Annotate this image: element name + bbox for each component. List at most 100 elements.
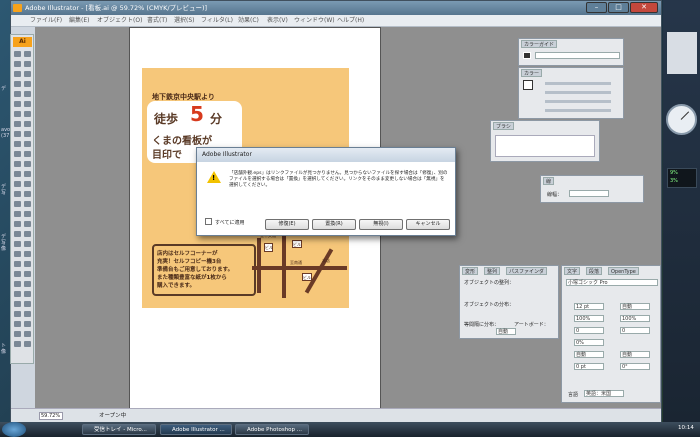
kerning-field[interactable]: 0: [574, 327, 604, 334]
tool-button[interactable]: [14, 131, 21, 137]
tool-button[interactable]: [14, 181, 21, 187]
vertical-scale-field[interactable]: 100%: [574, 315, 604, 322]
taskbar-illustrator[interactable]: Adobe Illustrator ...: [160, 424, 232, 435]
aki-left-field[interactable]: 自動: [574, 351, 604, 358]
tool-button[interactable]: [14, 91, 21, 97]
tool-button[interactable]: [14, 341, 21, 347]
tool-button[interactable]: [24, 321, 31, 327]
tool-button[interactable]: [14, 251, 21, 257]
harmony-rules-field[interactable]: [535, 52, 620, 59]
tool-button[interactable]: [24, 251, 31, 257]
tab-opentype[interactable]: OpenType: [608, 267, 639, 275]
ignore-button[interactable]: 無視(I): [359, 219, 403, 230]
tool-button[interactable]: [14, 261, 21, 267]
font-size-field[interactable]: 12 pt: [574, 303, 604, 310]
font-family-field[interactable]: 小塚ゴシック Pro: [566, 279, 658, 286]
replace-button[interactable]: 置換(R): [312, 219, 356, 230]
menu-object[interactable]: オブジェクト(O): [97, 16, 142, 26]
tool-button[interactable]: [24, 121, 31, 127]
tool-button[interactable]: [24, 141, 31, 147]
tool-button[interactable]: [14, 61, 21, 67]
tool-button[interactable]: [24, 291, 31, 297]
menu-type[interactable]: 書式(T): [147, 16, 167, 26]
tab-brush[interactable]: ブラシ: [493, 122, 514, 130]
start-button[interactable]: [2, 422, 26, 437]
tool-button[interactable]: [24, 181, 31, 187]
tracking-field[interactable]: 0: [620, 327, 650, 334]
tool-button[interactable]: [24, 191, 31, 197]
tool-button[interactable]: [14, 101, 21, 107]
tool-button[interactable]: [24, 231, 31, 237]
tool-button[interactable]: [24, 301, 31, 307]
tool-button[interactable]: [24, 131, 31, 137]
taskbar-outlook[interactable]: 受信トレイ - Micro...: [82, 424, 156, 435]
tool-button[interactable]: [24, 341, 31, 347]
tool-button[interactable]: [24, 311, 31, 317]
tool-button[interactable]: [24, 201, 31, 207]
slider-m[interactable]: [545, 91, 611, 94]
tool-button[interactable]: [14, 121, 21, 127]
tool-button[interactable]: [14, 71, 21, 77]
stroke-weight-field[interactable]: [569, 190, 609, 197]
tool-button[interactable]: [24, 221, 31, 227]
tab-color-guide[interactable]: カラーガイド: [521, 40, 558, 48]
tool-button[interactable]: [24, 211, 31, 217]
tool-button[interactable]: [24, 71, 31, 77]
spacing-field[interactable]: 自動: [496, 328, 516, 335]
menu-filter[interactable]: フィルタ(L): [201, 16, 233, 26]
tab-stroke[interactable]: 線: [543, 177, 555, 185]
tool-button[interactable]: [24, 91, 31, 97]
tool-button[interactable]: [24, 61, 31, 67]
tool-button[interactable]: [24, 281, 31, 287]
minimize-button[interactable]: –: [586, 2, 607, 13]
tool-button[interactable]: [24, 261, 31, 267]
zoom-field[interactable]: 59.72%: [39, 412, 63, 420]
tool-button[interactable]: [24, 161, 31, 167]
tool-button[interactable]: [14, 191, 21, 197]
tool-button[interactable]: [14, 281, 21, 287]
tab-color[interactable]: カラー: [521, 69, 543, 77]
menu-window[interactable]: ウィンドウ(W): [294, 16, 335, 26]
maximize-button[interactable]: □: [608, 2, 629, 13]
color-swatch[interactable]: [523, 52, 531, 59]
tool-button[interactable]: [24, 171, 31, 177]
slider-c[interactable]: [545, 82, 611, 85]
tool-button[interactable]: [24, 331, 31, 337]
fill-swatch[interactable]: [523, 80, 533, 90]
tool-button[interactable]: [14, 171, 21, 177]
tool-button[interactable]: [24, 111, 31, 117]
slider-y[interactable]: [545, 100, 611, 103]
menu-effect[interactable]: 効果(C): [238, 16, 259, 26]
tab-character[interactable]: 文字: [564, 267, 581, 275]
menu-view[interactable]: 表示(V): [267, 16, 288, 26]
language-field[interactable]: 英語：米国: [584, 390, 624, 397]
tool-button[interactable]: [14, 211, 21, 217]
tool-button[interactable]: [24, 241, 31, 247]
tool-button[interactable]: [14, 81, 21, 87]
menu-select[interactable]: 選択(S): [174, 16, 195, 26]
calendar-gadget[interactable]: [667, 32, 697, 74]
tool-button[interactable]: [14, 221, 21, 227]
window-titlebar[interactable]: Adobe Illustrator - [看板.ai @ 59.72% (CMY…: [11, 1, 661, 15]
tool-button[interactable]: [24, 271, 31, 277]
tool-button[interactable]: [14, 151, 21, 157]
cancel-button[interactable]: キャンセル: [406, 219, 450, 230]
slider-k[interactable]: [545, 109, 611, 112]
close-button[interactable]: ✕: [630, 2, 658, 13]
tsume-field[interactable]: 0%: [574, 339, 604, 346]
aki-right-field[interactable]: 自動: [620, 351, 650, 358]
tool-button[interactable]: [14, 311, 21, 317]
tool-button[interactable]: [14, 301, 21, 307]
brush-list[interactable]: [495, 135, 595, 157]
menu-file[interactable]: ファイル(F): [30, 16, 62, 26]
apply-all-checkbox[interactable]: [205, 218, 212, 225]
tool-button[interactable]: [24, 101, 31, 107]
tool-button[interactable]: [14, 231, 21, 237]
repair-button[interactable]: 修復(E): [265, 219, 309, 230]
cpu-meter-gadget[interactable]: 9% 3%: [667, 168, 697, 188]
tool-button[interactable]: [14, 271, 21, 277]
tool-button[interactable]: [24, 151, 31, 157]
tool-button[interactable]: [14, 111, 21, 117]
tool-button[interactable]: [14, 291, 21, 297]
rotation-field[interactable]: 0°: [620, 363, 650, 370]
